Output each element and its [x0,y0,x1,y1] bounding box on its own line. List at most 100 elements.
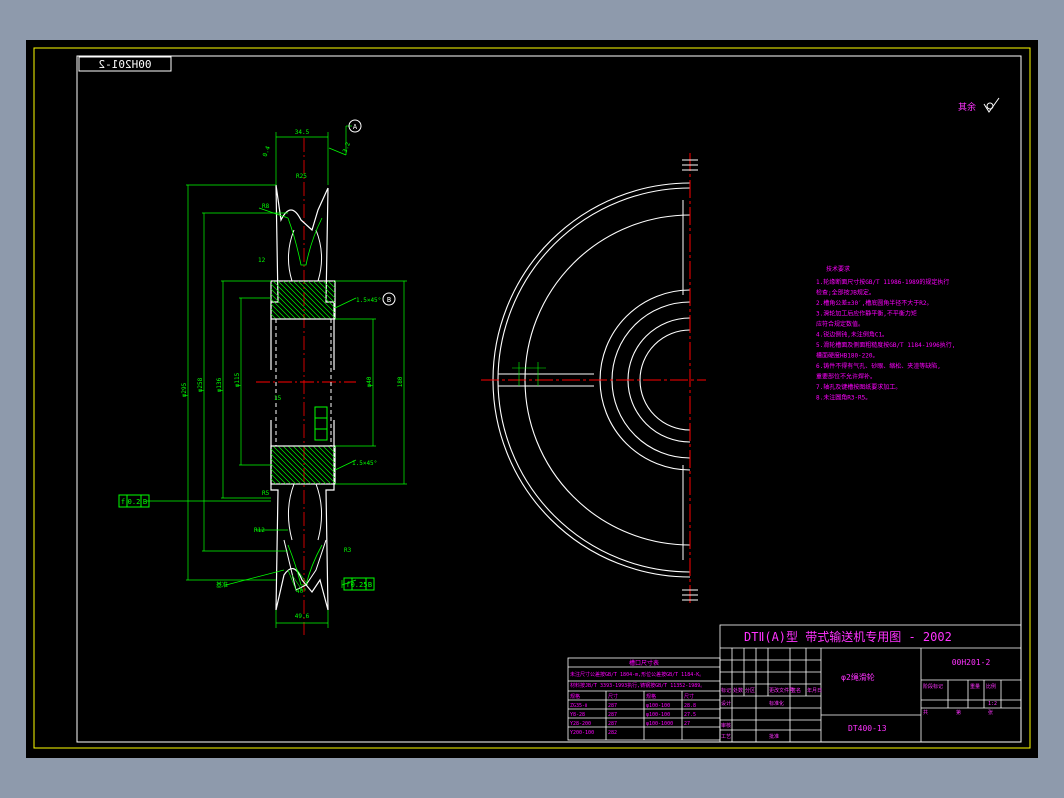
tb-standardize: 标准化 [769,700,784,707]
hatch-line [270,478,277,485]
tb-check: 审核 [721,722,731,729]
tol-left-val: 0.2 [128,498,141,506]
table-cell: φ100-100 [646,712,670,718]
dim-r8: R8 [262,203,270,210]
dim-tol-left: 0.4 [262,145,272,158]
hatch-line [270,298,292,320]
dim-angle: 40° [296,588,307,595]
title-main: DTⅡ(A)型 带式输送机专用图 - 2002 [744,629,952,644]
note-line: 应符合规定数值。 [816,320,864,328]
hatch-line [322,280,336,294]
dim-outer: φ295 [181,382,188,397]
technical-notes: 技术要求 1.轮缘断面尺寸按GB/T 11986-1989的规定执行 检查;全部… [816,265,955,402]
tol-left-sym: f [121,498,125,506]
table-title: 槽口尺寸表 [629,659,659,667]
tol-right-sym: f [346,581,350,589]
code-box-text: 00H201-2 [99,58,152,71]
note-line: 2.槽角公差±30′,槽底圆角半径不大于R2。 [816,299,933,307]
tb-design: 设计 [721,700,731,707]
dim-tol-right: 3.2 [342,141,352,154]
hatch-line [272,445,312,485]
dim-bore: φ40 [366,376,373,387]
drawing-number: 00H201-2 [952,658,991,667]
hatch-line [292,445,332,485]
note-line: 重要部位不允许焊补。 [816,373,876,381]
note-line: 8.未注圆角R3-R5。 [816,394,871,402]
hatch-line [272,280,312,320]
table-note-2: 材料按JB/T 3393-1993执行,铸钢按GB/T 11352-1989。 [570,682,705,689]
hatch-line [270,453,302,485]
dim-hub-len: 15 [274,395,282,402]
tb-process: 工艺 [721,734,731,740]
table-cell: ZG35-Ⅱ [570,703,588,709]
tol-left-datum: B [143,498,147,506]
hatch-line [297,280,336,319]
hatch-line [270,463,292,485]
dim-groove: φ258 [197,377,204,392]
hatch-line [270,308,282,320]
side-view [481,153,706,605]
table-header-cell: 尺寸 [608,693,618,700]
hatch-line [277,445,317,485]
tb-count: 处数 [733,687,743,694]
tb-signature: 签名 [791,687,801,694]
table-cell: 27 [684,721,690,727]
note-line: 检查;全部按JB规定。 [816,289,875,297]
tol-right-val: 0.25 [351,581,368,589]
table-cell: 287 [608,721,617,727]
dim-r5: R5 [262,490,270,497]
hatch-line [317,445,336,464]
model-code: DT400-13 [848,724,887,733]
hatch-line [270,448,307,485]
notes-title: 技术要求 [826,265,850,273]
dim-r3: R3 [344,547,352,554]
table-cell: Y8-28 [570,712,585,718]
tb-sheet: 共 [923,709,928,716]
hatch-line [287,445,327,485]
cad-canvas: 00H201-2 其余 A B f 0.2 B f 0.25 B 34.5 R2… [26,40,1038,758]
tb-weight: 重量 [970,683,980,690]
hatch-line [322,445,336,459]
table-header-cell: 尺寸 [684,693,694,700]
dim-chamfer1: 1.5×45° [356,297,381,304]
dim-bottom-width: 49.6 [295,613,310,620]
hatch-line [302,280,336,314]
note-line: 3.滑轮加工后应作静平衡,不平衡力矩 [816,310,917,318]
table-cell: 287 [608,712,617,718]
tol-right-datum: B [368,581,372,589]
slot-table: 槽口尺寸表 未注尺寸公差按GB/T 1804-m,形位公差按GB/T 1184-… [567,657,721,741]
table-header-cell: 规格 [570,693,580,700]
hatch-line [270,458,297,485]
drawing-sheet: 00H201-2 其余 A B f 0.2 B f 0.25 B 34.5 R2… [33,47,1031,749]
section-view: A B f 0.2 B f 0.25 B 34.5 R25 R8 R5 0.4 … [118,119,407,635]
table-cell: φ100-100 [646,703,670,709]
note-line: 5.滑轮槽面及侧面粗糙度按GB/T 1184-1996执行, [816,341,955,349]
dim-gauge: 基准 [216,581,228,589]
tb-mark: 标记 [721,687,731,694]
title-block: DTⅡ(A)型 带式输送机专用图 - 2002 00H201-2 φ2绳滑轮 D… [719,624,1022,743]
hatch-line [292,280,332,320]
note-line: 7.轴孔及键槽按图纸要求加工。 [816,383,901,391]
table-cell: Y28-200 [570,721,591,727]
table-cell: 282 [608,730,617,736]
table-header-cell: 规格 [646,693,656,700]
table-cell: 287 [608,703,617,709]
hub-hatch [270,280,336,320]
hatch-line [282,445,322,485]
dim-r12: R12 [254,527,265,534]
tb-sheet-of: 第 [956,709,961,716]
dim-top-width: 34.5 [295,129,310,136]
part-name: φ2绳滑轮 [841,672,875,682]
hub-hatch-bottom [270,445,336,485]
tb-stage: 阶段标记 [923,683,943,690]
hatch-line [282,280,322,320]
datum-b: B [382,292,396,306]
note-line: 4.锐边倒钝,未注倒角C1。 [816,331,888,339]
note-line: 6.铸件不得有气孔、砂眼、缩松、夹渣等缺陷, [816,362,941,370]
tb-scale: 1:2 [988,701,997,707]
roughness-label: 其余 [958,101,976,113]
tb-date: 年月日 [807,687,822,694]
table-cell: 28.8 [684,703,696,709]
dim-hub: φ136 [216,377,223,392]
hatch-line [297,445,336,484]
